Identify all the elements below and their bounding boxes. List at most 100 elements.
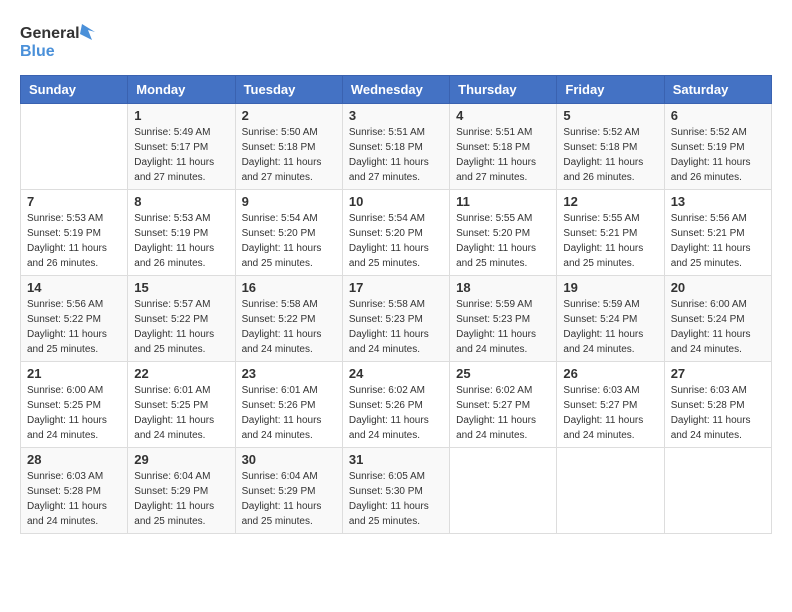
day-number: 31 [349,452,443,467]
week-row-5: 28Sunrise: 6:03 AMSunset: 5:28 PMDayligh… [21,448,772,534]
day-number: 18 [456,280,550,295]
day-info: Sunrise: 5:56 AMSunset: 5:22 PMDaylight:… [27,297,121,357]
cell-week3-day7: 20Sunrise: 6:00 AMSunset: 5:24 PMDayligh… [664,276,771,362]
day-number: 19 [563,280,657,295]
cell-week3-day6: 19 Sunrise: 5:59 AMSunset: 5:24 PMDayligh… [557,276,664,362]
day-info: Sunrise: 5:51 AMSunset: 5:18 PMDaylight:… [349,125,443,185]
cell-week1-day5: 4 Sunrise: 5:51 AMSunset: 5:18 PMDaylight… [450,104,557,190]
header-day-sunday: Sunday [21,76,128,104]
logo-svg: GeneralBlue [20,20,100,65]
day-number: 16 [242,280,336,295]
cell-week4-day4: 24 Sunrise: 6:02 AMSunset: 5:26 PMDayligh… [342,362,449,448]
day-info: Sunrise: 6:01 AMSunset: 5:25 PMDaylight:… [134,383,228,443]
svg-text:General: General [20,25,80,42]
day-info: Sunrise: 6:04 AMSunset: 5:29 PMDaylight:… [242,469,336,529]
day-number: 7 [27,194,121,209]
cell-week2-day2: 8 Sunrise: 5:53 AMSunset: 5:19 PMDaylight… [128,190,235,276]
day-info: Sunrise: 6:02 AMSunset: 5:26 PMDaylight:… [349,383,443,443]
cell-week3-day3: 16 Sunrise: 5:58 AMSunset: 5:22 PMDayligh… [235,276,342,362]
day-number: 6 [671,108,765,123]
cell-week1-day2: 1 Sunrise: 5:49 AMSunset: 5:17 PMDaylight… [128,104,235,190]
calendar-header-row: SundayMondayTuesdayWednesdayThursdayFrid… [21,76,772,104]
day-info: Sunrise: 5:49 AMSunset: 5:17 PMDaylight:… [134,125,228,185]
day-info: Sunrise: 5:54 AMSunset: 5:20 PMDaylight:… [349,211,443,271]
day-info: Sunrise: 6:02 AMSunset: 5:27 PMDaylight:… [456,383,550,443]
day-number: 25 [456,366,550,381]
logo: GeneralBlue [20,20,100,65]
cell-week2-day3: 9 Sunrise: 5:54 AMSunset: 5:20 PMDaylight… [235,190,342,276]
cell-week3-day5: 18 Sunrise: 5:59 AMSunset: 5:23 PMDayligh… [450,276,557,362]
cell-week4-day1: 21Sunrise: 6:00 AMSunset: 5:25 PMDayligh… [21,362,128,448]
day-info: Sunrise: 5:52 AMSunset: 5:18 PMDaylight:… [563,125,657,185]
header-day-thursday: Thursday [450,76,557,104]
header-day-monday: Monday [128,76,235,104]
week-row-4: 21Sunrise: 6:00 AMSunset: 5:25 PMDayligh… [21,362,772,448]
day-info: Sunrise: 5:52 AMSunset: 5:19 PMDaylight:… [671,125,765,185]
day-number: 23 [242,366,336,381]
day-info: Sunrise: 5:51 AMSunset: 5:18 PMDaylight:… [456,125,550,185]
day-info: Sunrise: 5:53 AMSunset: 5:19 PMDaylight:… [27,211,121,271]
cell-week4-day7: 27 Sunrise: 6:03 AMSunset: 5:28 PMDayligh… [664,362,771,448]
cell-week5-day5 [450,448,557,534]
cell-week4-day6: 26Sunrise: 6:03 AMSunset: 5:27 PMDayligh… [557,362,664,448]
day-info: Sunrise: 5:59 AMSunset: 5:24 PMDaylight:… [563,297,657,357]
header-day-saturday: Saturday [664,76,771,104]
header: GeneralBlue [20,20,772,65]
cell-week2-day6: 12Sunrise: 5:55 AMSunset: 5:21 PMDayligh… [557,190,664,276]
day-info: Sunrise: 5:56 AMSunset: 5:21 PMDaylight:… [671,211,765,271]
day-number: 29 [134,452,228,467]
day-info: Sunrise: 6:03 AMSunset: 5:28 PMDaylight:… [671,383,765,443]
day-number: 2 [242,108,336,123]
day-number: 20 [671,280,765,295]
week-row-3: 14Sunrise: 5:56 AMSunset: 5:22 PMDayligh… [21,276,772,362]
cell-week1-day4: 3 Sunrise: 5:51 AMSunset: 5:18 PMDaylight… [342,104,449,190]
cell-week5-day6 [557,448,664,534]
day-number: 30 [242,452,336,467]
cell-week5-day4: 31 Sunrise: 6:05 AMSunset: 5:30 PMDayligh… [342,448,449,534]
cell-week4-day2: 22Sunrise: 6:01 AMSunset: 5:25 PMDayligh… [128,362,235,448]
cell-week4-day5: 25 Sunrise: 6:02 AMSunset: 5:27 PMDayligh… [450,362,557,448]
cell-week3-day2: 15Sunrise: 5:57 AMSunset: 5:22 PMDayligh… [128,276,235,362]
day-info: Sunrise: 6:03 AMSunset: 5:28 PMDaylight:… [27,469,121,529]
day-number: 27 [671,366,765,381]
day-info: Sunrise: 5:58 AMSunset: 5:23 PMDaylight:… [349,297,443,357]
day-number: 3 [349,108,443,123]
day-info: Sunrise: 5:54 AMSunset: 5:20 PMDaylight:… [242,211,336,271]
day-number: 13 [671,194,765,209]
day-info: Sunrise: 5:57 AMSunset: 5:22 PMDaylight:… [134,297,228,357]
day-number: 24 [349,366,443,381]
cell-week1-day1 [21,104,128,190]
day-info: Sunrise: 5:50 AMSunset: 5:18 PMDaylight:… [242,125,336,185]
header-day-wednesday: Wednesday [342,76,449,104]
cell-week2-day5: 11Sunrise: 5:55 AMSunset: 5:20 PMDayligh… [450,190,557,276]
week-row-1: 1 Sunrise: 5:49 AMSunset: 5:17 PMDaylight… [21,104,772,190]
day-info: Sunrise: 5:53 AMSunset: 5:19 PMDaylight:… [134,211,228,271]
header-day-friday: Friday [557,76,664,104]
cell-week2-day7: 13 Sunrise: 5:56 AMSunset: 5:21 PMDayligh… [664,190,771,276]
week-row-2: 7 Sunrise: 5:53 AMSunset: 5:19 PMDaylight… [21,190,772,276]
cell-week1-day6: 5 Sunrise: 5:52 AMSunset: 5:18 PMDaylight… [557,104,664,190]
day-info: Sunrise: 6:05 AMSunset: 5:30 PMDaylight:… [349,469,443,529]
day-info: Sunrise: 5:59 AMSunset: 5:23 PMDaylight:… [456,297,550,357]
day-number: 4 [456,108,550,123]
header-day-tuesday: Tuesday [235,76,342,104]
cell-week5-day3: 30 Sunrise: 6:04 AMSunset: 5:29 PMDayligh… [235,448,342,534]
cell-week3-day1: 14Sunrise: 5:56 AMSunset: 5:22 PMDayligh… [21,276,128,362]
cell-week5-day1: 28Sunrise: 6:03 AMSunset: 5:28 PMDayligh… [21,448,128,534]
day-number: 5 [563,108,657,123]
day-number: 26 [563,366,657,381]
day-info: Sunrise: 5:55 AMSunset: 5:21 PMDaylight:… [563,211,657,271]
day-number: 8 [134,194,228,209]
day-number: 1 [134,108,228,123]
day-number: 21 [27,366,121,381]
cell-week4-day3: 23 Sunrise: 6:01 AMSunset: 5:26 PMDayligh… [235,362,342,448]
day-number: 9 [242,194,336,209]
day-info: Sunrise: 5:55 AMSunset: 5:20 PMDaylight:… [456,211,550,271]
day-info: Sunrise: 5:58 AMSunset: 5:22 PMDaylight:… [242,297,336,357]
cell-week3-day4: 17 Sunrise: 5:58 AMSunset: 5:23 PMDayligh… [342,276,449,362]
cell-week2-day1: 7 Sunrise: 5:53 AMSunset: 5:19 PMDaylight… [21,190,128,276]
day-info: Sunrise: 6:04 AMSunset: 5:29 PMDaylight:… [134,469,228,529]
day-info: Sunrise: 6:01 AMSunset: 5:26 PMDaylight:… [242,383,336,443]
calendar-table: SundayMondayTuesdayWednesdayThursdayFrid… [20,75,772,534]
day-number: 17 [349,280,443,295]
